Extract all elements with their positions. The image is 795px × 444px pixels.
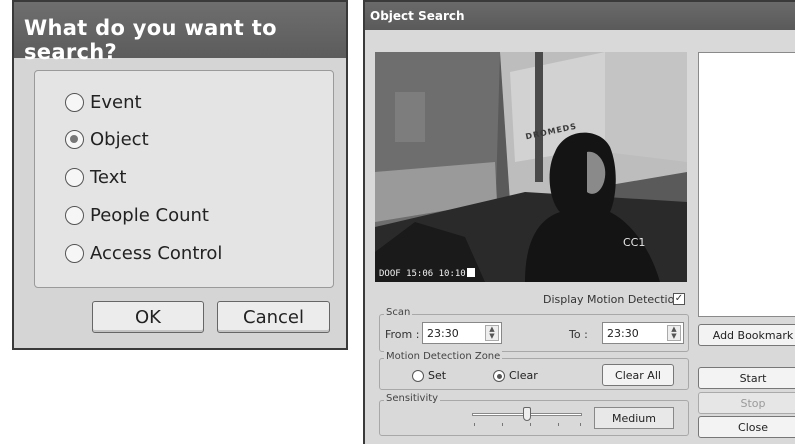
to-time-value: 23:30 [607,327,639,340]
slider-tick [530,423,531,426]
option-access-control-label: Access Control [90,242,223,264]
cancel-button[interactable]: Cancel [217,301,330,333]
scan-group: Scan From : 23:30 ▲ ▼ To : 23:30 ▲ ▼ [379,307,689,352]
slider-tick [474,423,475,426]
radio-clear[interactable] [493,369,505,382]
dialog-titlebar[interactable]: What do you want to search? [14,2,346,64]
from-label: From : [385,328,420,341]
radio-event[interactable] [65,92,84,112]
search-type-options: Event Object Text People Count Access Co… [34,70,334,288]
motion-zone-clear-option[interactable]: Clear [493,369,538,382]
slider-tick [502,423,503,426]
motion-detection-zone-group: Motion Detection Zone Set Clear Clear Al… [379,351,689,390]
option-people-count[interactable]: People Count [65,202,209,228]
option-object[interactable]: Object [65,126,149,152]
from-time-value: 23:30 [427,327,459,340]
from-time-spinner[interactable]: ▲ ▼ [485,325,499,341]
display-motion-detection-label: Display Motion Detection [543,293,682,306]
radio-object[interactable] [65,129,84,149]
motion-zone-set-option[interactable]: Set [412,369,446,382]
stop-button[interactable]: Stop [698,392,795,414]
dialog-title: What do you want to search? [24,16,277,64]
clear-all-button[interactable]: Clear All [602,364,674,386]
option-people-count-label: People Count [90,204,209,226]
object-search-titlebar[interactable]: Object Search [365,2,795,30]
option-text-label: Text [90,166,127,188]
radio-access-control[interactable] [65,243,84,263]
video-timestamp: DOOF 15:06 10:10 [379,268,475,279]
sensitivity-slider-thumb[interactable] [523,407,531,421]
option-event[interactable]: Event [65,89,142,115]
object-search-title: Object Search [370,9,465,23]
set-label: Set [428,369,447,382]
clear-label: Clear [509,369,538,382]
camera-label: CC1 [623,236,646,249]
scan-legend: Scan [384,307,413,318]
slider-tick [558,423,559,426]
from-time-input[interactable]: 23:30 ▲ ▼ [422,322,502,344]
motion-zone-legend: Motion Detection Zone [384,351,503,362]
close-button[interactable]: Close [698,416,795,438]
ok-button[interactable]: OK [92,301,204,333]
radio-text[interactable] [65,167,84,187]
option-event-label: Event [90,91,142,113]
video-timestamp-text: DOOF 15:06 10:10 [379,269,466,279]
video-preview[interactable]: DROMEDS CC1 DOOF 15:06 10:10 [375,52,687,282]
start-button[interactable]: Start [698,367,795,389]
timestamp-marker [466,268,475,277]
option-text[interactable]: Text [65,164,126,190]
to-time-input[interactable]: 23:30 ▲ ▼ [602,322,684,344]
sensitivity-value: Medium [594,407,674,429]
bookmark-list[interactable] [698,52,795,317]
option-access-control[interactable]: Access Control [65,240,222,266]
option-object-label: Object [90,128,149,150]
sensitivity-group: Sensitivity Medium [379,393,689,436]
sensitivity-legend: Sensitivity [384,393,441,404]
to-time-spinner[interactable]: ▲ ▼ [667,325,681,341]
object-search-dialog: Object Search DROMEDS CC1 DOOF 15:06 10:… [363,0,795,444]
add-bookmark-button[interactable]: Add Bookmark [698,324,795,346]
to-label: To : [569,328,588,341]
slider-tick [580,423,581,426]
display-motion-detection-checkbox[interactable]: ✓ [673,293,685,305]
radio-people-count[interactable] [65,205,84,225]
radio-set[interactable] [412,369,424,382]
search-type-dialog: What do you want to search? Event Object… [12,0,348,350]
